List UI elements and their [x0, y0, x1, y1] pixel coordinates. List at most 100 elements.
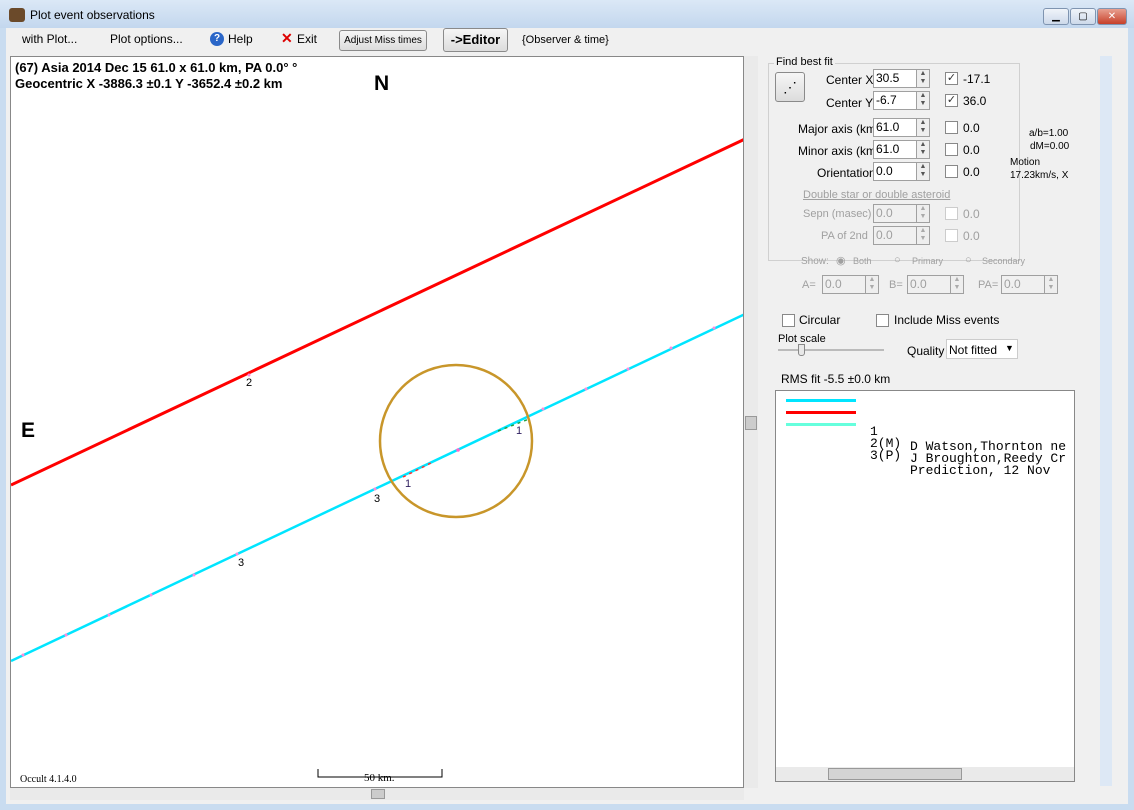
chord-line-3: [11, 313, 743, 663]
sepn-checkbox[interactable]: [945, 207, 958, 220]
chord-line-2: [11, 138, 743, 487]
sepn-spinner[interactable]: ▲ ▼: [916, 204, 930, 223]
motion-value: 17.23km/s, X: [1010, 170, 1069, 181]
quality-dropdown[interactable]: Not fitted ▼: [946, 339, 1018, 359]
a-spinner[interactable]: ▲ ▼: [865, 275, 879, 294]
minor-axis-spinner[interactable]: ▲ ▼: [916, 140, 930, 159]
menu-help[interactable]: Help: [228, 32, 253, 46]
panel-vertical-scrollbar[interactable]: [1100, 56, 1112, 786]
motion-label: Motion: [1010, 157, 1041, 168]
chord-label-3b: 3: [374, 493, 380, 505]
minor-axis-input[interactable]: 61.0: [873, 140, 917, 159]
orientation-label: Orientation: [817, 166, 876, 180]
center-point: [456, 448, 460, 452]
orientation-spinner[interactable]: ▲ ▼: [916, 162, 930, 181]
orientation-input[interactable]: 0.0: [873, 162, 917, 181]
plot-scale-thumb[interactable]: [798, 344, 805, 356]
editor-button[interactable]: ->Editor: [443, 28, 508, 52]
pa-label: PA=: [978, 279, 999, 291]
center-y-result: 36.0: [963, 94, 987, 108]
chord-label-1a: 1: [405, 478, 411, 490]
line-swatch: [786, 399, 856, 402]
show-secondary-radio[interactable]: ○: [965, 254, 972, 266]
maximize-button[interactable]: ▢: [1070, 8, 1096, 25]
line-swatch: [786, 423, 856, 426]
exit-icon: ✕: [281, 30, 293, 46]
plot-horizontal-scrollbar[interactable]: [10, 788, 744, 800]
minimize-button[interactable]: ▁: [1043, 8, 1069, 25]
show-secondary-label: Secondary: [982, 256, 1026, 266]
major-axis-label: Major axis (km): [798, 122, 881, 136]
menu-with-plot[interactable]: with Plot...: [22, 32, 77, 46]
minor-axis-result: 0.0: [963, 143, 980, 157]
observer-list[interactable]: 1 D Watson,Thornton ne 2(M) J Broughton,…: [775, 390, 1075, 782]
scale-label: 50 km.: [364, 772, 395, 784]
dm-value: dM=0.00: [1030, 141, 1070, 152]
major-axis-checkbox[interactable]: [945, 121, 958, 134]
a-label: A=: [802, 279, 816, 291]
minor-axis-checkbox[interactable]: [945, 143, 958, 156]
circular-label: Circular: [799, 313, 841, 327]
center-y-label: Center Y: [826, 96, 874, 110]
plot-canvas: 2 3 3 1 1: [11, 138, 743, 778]
pa2-input[interactable]: 0.0: [873, 226, 917, 245]
b-label: B=: [889, 279, 903, 291]
pa2-checkbox[interactable]: [945, 229, 958, 242]
show-label: Show:: [801, 256, 829, 267]
pa-spinner[interactable]: ▲ ▼: [1044, 275, 1058, 294]
orientation-result: 0.0: [963, 165, 980, 179]
b-input[interactable]: 0.0: [907, 275, 951, 294]
orientation-checkbox[interactable]: [945, 165, 958, 178]
quality-label: Quality: [907, 344, 945, 358]
list-horizontal-scrollbar[interactable]: [776, 767, 1074, 781]
list-item[interactable]: 3(P) Prediction, 12 Nov: [776, 418, 1050, 478]
list-item[interactable]: 1 D Watson,Thornton ne: [776, 394, 1066, 454]
a-input[interactable]: 0.0: [822, 275, 866, 294]
circular-checkbox[interactable]: [782, 314, 795, 327]
observer-number: 3(P): [870, 448, 902, 463]
version-label: Occult 4.1.4.0: [20, 774, 77, 785]
show-both-radio[interactable]: ◉: [836, 254, 846, 267]
sepn-label: Sepn (masec): [803, 208, 872, 220]
b-spinner[interactable]: ▲ ▼: [950, 275, 964, 294]
center-y-spinner[interactable]: ▲ ▼: [916, 91, 930, 110]
chevron-down-icon: ▼: [1005, 343, 1014, 353]
show-primary-radio[interactable]: ○: [894, 254, 901, 266]
pa2-result: 0.0: [963, 229, 980, 243]
chord-label-2: 2: [246, 377, 252, 389]
plot-scale-slider[interactable]: [778, 349, 884, 351]
center-x-checkbox[interactable]: ✓: [945, 72, 958, 85]
major-axis-input[interactable]: 61.0: [873, 118, 917, 137]
plot-area[interactable]: (67) Asia 2014 Dec 15 61.0 x 61.0 km, PA…: [10, 56, 744, 788]
auto-fit-button[interactable]: ⋰: [775, 72, 805, 102]
major-axis-spinner[interactable]: ▲ ▼: [916, 118, 930, 137]
center-x-input[interactable]: 30.5: [873, 69, 917, 88]
center-x-spinner[interactable]: ▲ ▼: [916, 69, 930, 88]
plot-vertical-scrollbar[interactable]: [744, 56, 758, 788]
close-button[interactable]: ✕: [1097, 8, 1127, 25]
quality-value: Not fitted: [949, 343, 998, 357]
pa2-spinner[interactable]: ▲ ▼: [916, 226, 930, 245]
sepn-input[interactable]: 0.0: [873, 204, 917, 223]
observer-name: Prediction, 12 Nov: [910, 463, 1051, 478]
menu-exit[interactable]: Exit: [297, 32, 317, 46]
asteroid-outline: [378, 363, 534, 519]
sepn-result: 0.0: [963, 207, 980, 221]
line-swatch: [786, 411, 856, 414]
list-item[interactable]: 2(M) J Broughton,Reedy Cr: [776, 406, 1066, 466]
include-miss-label: Include Miss events: [894, 313, 1000, 327]
menu-plot-options[interactable]: Plot options...: [110, 32, 183, 46]
title-bar: Plot event observations ▁ ▢ ✕: [0, 0, 1134, 28]
adjust-miss-times-button[interactable]: Adjust Miss times: [339, 30, 427, 51]
rms-fit-label: RMS fit -5.5 ±0.0 km: [781, 372, 891, 386]
center-y-input[interactable]: -6.7: [873, 91, 917, 110]
app-icon: [9, 8, 25, 22]
observer-time-label[interactable]: {Observer & time}: [522, 34, 609, 46]
center-y-checkbox[interactable]: ✓: [945, 94, 958, 107]
include-miss-checkbox[interactable]: [876, 314, 889, 327]
help-icon: ?: [210, 32, 224, 46]
window-title: Plot event observations: [30, 8, 155, 22]
show-both-label: Both: [853, 256, 872, 266]
ab-ratio: a/b=1.00: [1029, 128, 1069, 139]
pa-input[interactable]: 0.0: [1001, 275, 1045, 294]
